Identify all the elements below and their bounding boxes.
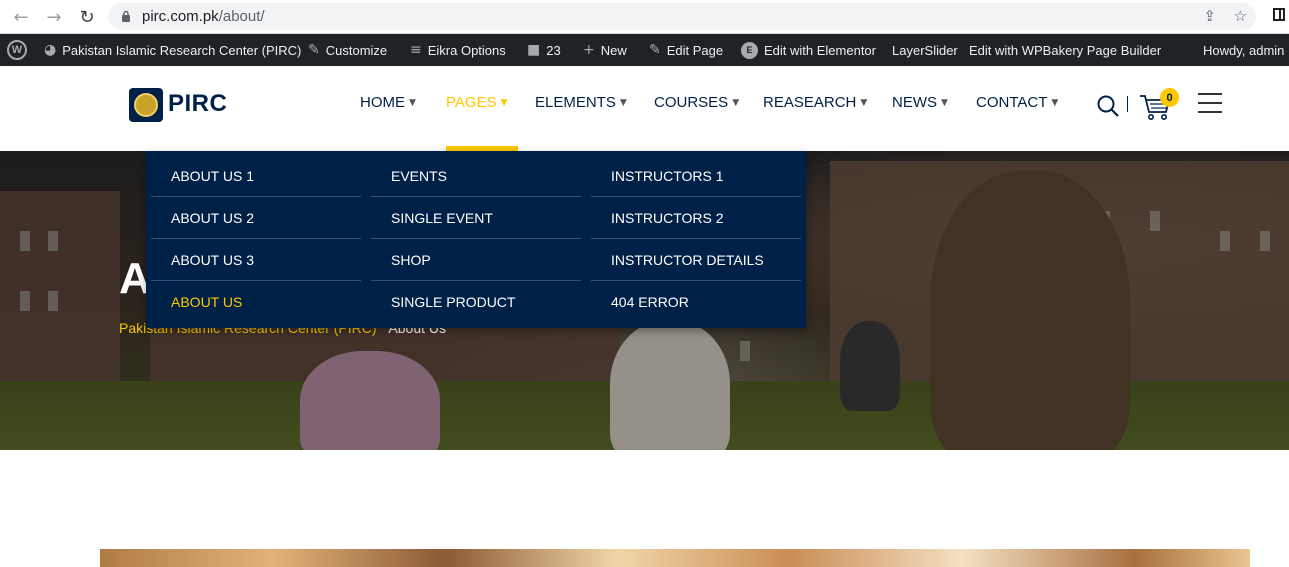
menu-item-label: NEWS [892,94,937,111]
browser-toolbar: ← → ↻ pirc.com.pk/about/ ⇪ ☆ [0,0,1289,34]
layerslider-label: LayerSlider [892,42,958,58]
menu-item-contact[interactable]: CONTACT ▼ [976,94,1058,111]
side-panel-icon[interactable] [1273,8,1285,21]
reload-icon[interactable]: ↻ [75,5,99,29]
cart-count-badge: 0 [1160,88,1179,107]
howdy-label: Howdy, admin [1203,42,1285,58]
wordpress-icon: W [7,40,27,60]
content-image [100,549,1250,567]
edit-elementor-link[interactable]: E Edit with Elementor [741,34,876,66]
site-name-menu[interactable]: ◕ Pakistan Islamic Research Center (PIRC… [44,34,301,66]
edit-page-link[interactable]: ✎ Edit Page [649,34,723,66]
site-header: PIRC HOME ▼ PAGES ▼ ELEMENTS ▼ COURSES ▼ REA… [0,66,1289,151]
new-label: New [600,42,627,58]
account-menu[interactable]: Howdy, admin [1203,34,1284,66]
pages-dropdown-menu: ABOUT US 1 ABOUT US 2 ABOUT US 3 ABOUT U… [146,151,806,328]
elementor-icon: E [741,41,758,59]
menu-item-courses[interactable]: COURSES ▼ [654,94,739,111]
url-text: pirc.com.pk/about/ [142,8,265,25]
menu-item-elements[interactable]: ELEMENTS ▼ [535,94,627,111]
header-divider [1127,96,1128,112]
chevron-down-icon: ▼ [619,98,627,108]
wpbakery-link[interactable]: Edit with WPBakery Page Builder [969,34,1161,66]
dashboard-icon: ◕ [44,42,57,58]
url-host: pirc.com.pk [142,8,219,25]
comment-icon: ■ [527,42,541,58]
menu-item-label: PAGES [446,94,497,111]
brush-icon: ✎ [308,42,320,58]
edit-page-label: Edit Page [666,42,724,58]
dropdown-column: ABOUT US 1 ABOUT US 2 ABOUT US 3 ABOUT U… [151,155,361,323]
menu-item-label: CONTACT [976,94,1048,111]
menu-item-label: ELEMENTS [535,94,616,111]
site-logo[interactable] [129,88,163,122]
menu-lines-icon: ≡ [410,42,422,58]
url-path: /about/ [218,8,265,25]
wpbakery-label: Edit with WPBakery Page Builder [969,42,1162,58]
wp-admin-bar: W ◕ Pakistan Islamic Research Center (PI… [0,34,1289,66]
back-arrow-icon[interactable]: ← [9,5,33,29]
dropdown-item-instructors-1[interactable]: INSTRUCTORS 1 [591,155,801,197]
plus-icon: + [583,42,595,58]
customize-label: Customize [325,42,388,58]
star-icon[interactable]: ☆ [1234,7,1247,25]
search-icon[interactable] [1097,95,1119,117]
edit-elementor-label: Edit with Elementor [764,42,876,58]
new-content-menu[interactable]: + New [583,34,627,66]
logo-seal-icon [134,93,158,117]
address-bar[interactable]: pirc.com.pk/about/ ⇪ ☆ [108,3,1256,30]
hamburger-menu-icon[interactable] [1198,93,1222,113]
chevron-down-icon: ▼ [409,98,416,108]
pencil-icon: ✎ [649,42,661,58]
menu-item-label: HOME [360,94,405,111]
comments-count: 23 [546,42,561,58]
logo-text[interactable]: PIRC [168,90,227,118]
dropdown-item-404-error[interactable]: 404 ERROR [591,281,801,323]
customize-link[interactable]: ✎ Customize [308,34,387,66]
eikra-options-label: Eikra Options [427,42,506,58]
chevron-down-icon: ▼ [732,98,740,108]
dropdown-item-shop[interactable]: SHOP [371,239,581,281]
menu-item-news[interactable]: NEWS ▼ [892,94,948,111]
wordpress-logo-menu[interactable]: W [7,34,27,66]
lock-icon [122,10,130,22]
comments-link[interactable]: ■ 23 [527,34,561,66]
dropdown-item-single-product[interactable]: SINGLE PRODUCT [371,281,581,323]
menu-item-label: REASEARCH [763,94,857,111]
dropdown-item-instructor-details[interactable]: INSTRUCTOR DETAILS [591,239,801,281]
dropdown-column: INSTRUCTORS 1 INSTRUCTORS 2 INSTRUCTOR D… [591,155,801,323]
chevron-down-icon: ▼ [1051,98,1059,108]
dropdown-item-about-us-3[interactable]: ABOUT US 3 [151,239,361,281]
dropdown-item-instructors-2[interactable]: INSTRUCTORS 2 [591,197,801,239]
menu-item-home[interactable]: HOME ▼ [360,94,416,111]
chevron-down-icon: ▼ [860,98,868,108]
dropdown-item-about-us-2[interactable]: ABOUT US 2 [151,197,361,239]
eikra-options-link[interactable]: ≡ Eikra Options [410,34,506,66]
dropdown-item-about-us-1[interactable]: ABOUT US 1 [151,155,361,197]
dropdown-item-about-us[interactable]: ABOUT US [151,281,361,323]
layerslider-link[interactable]: LayerSlider [892,34,958,66]
forward-arrow-icon[interactable]: → [42,5,66,29]
site-name-label: Pakistan Islamic Research Center (PIRC) [62,42,302,58]
chevron-down-icon: ▼ [941,98,948,108]
share-icon[interactable]: ⇪ [1203,7,1216,25]
menu-item-label: COURSES [654,94,729,111]
menu-item-research[interactable]: REASEARCH ▼ [763,94,867,111]
dropdown-column: EVENTS SINGLE EVENT SHOP SINGLE PRODUCT [371,155,581,323]
dropdown-item-single-event[interactable]: SINGLE EVENT [371,197,581,239]
chevron-down-icon: ▼ [500,98,508,108]
menu-item-pages[interactable]: PAGES ▼ [446,94,508,111]
dropdown-item-events[interactable]: EVENTS [371,155,581,197]
